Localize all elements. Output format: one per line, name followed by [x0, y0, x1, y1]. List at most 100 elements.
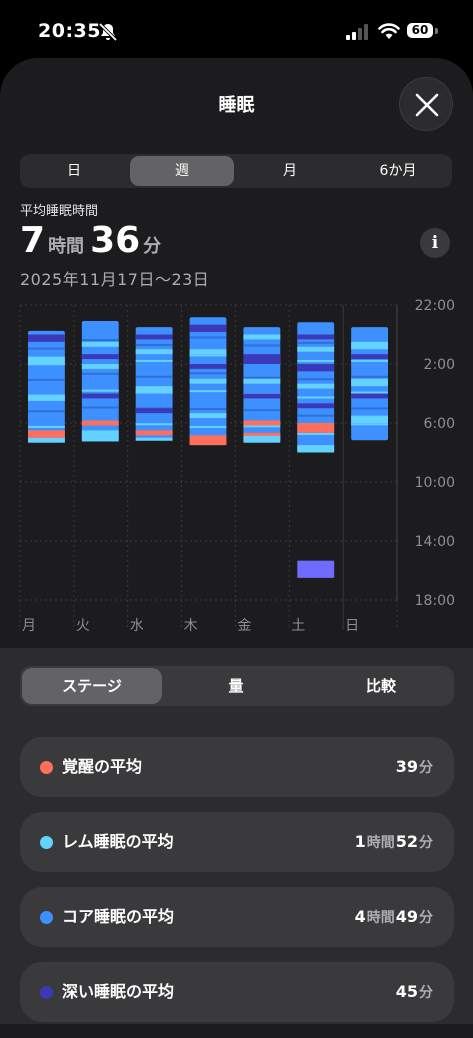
stage-stripe: [297, 414, 335, 417]
y-tick-label: 18:00: [415, 593, 455, 609]
stage-stripe: [28, 347, 65, 350]
tab-amount[interactable]: 量: [166, 666, 306, 706]
info-icon: i: [431, 233, 439, 253]
stage-value-unit: 分: [419, 910, 433, 926]
awake-segment: [297, 423, 335, 433]
deep-segment: [81, 393, 119, 399]
stage-label: レム睡眠の平均: [62, 832, 174, 851]
stage-row[interactable]: 覚醒の平均 39分: [20, 737, 454, 797]
x-tick-label: 土: [291, 618, 305, 634]
stage-value-number: 39: [395, 757, 418, 776]
rem-segment: [189, 378, 227, 384]
deep-segment: [297, 364, 335, 372]
stage-row[interactable]: レム睡眠の平均 1時間52分: [20, 812, 454, 872]
stage-value-number: 1: [354, 832, 366, 851]
rem-segment: [243, 378, 281, 384]
stage-value: 1時間52分: [355, 812, 434, 873]
deep-segment: [243, 393, 281, 399]
stage-stripe: [297, 432, 335, 435]
deep-segment: [243, 354, 281, 364]
rem-segment: [81, 364, 119, 369]
deep-segment: [189, 324, 227, 333]
stage-stripe: [28, 425, 65, 428]
sleep-bar[interactable]: [189, 317, 227, 446]
rem-segment: [351, 378, 388, 387]
stage-stripe: [28, 378, 65, 381]
cellular-signal-icon: [346, 24, 368, 40]
awake-segment: [243, 432, 281, 436]
tab-week[interactable]: 週: [130, 156, 234, 186]
deep-segment: [351, 354, 388, 360]
stage-color-dot: [40, 986, 53, 999]
period-selector: 日 週 月 6か月: [20, 154, 452, 188]
sleep-bar[interactable]: [297, 322, 335, 578]
y-tick-label: 10:00: [415, 475, 455, 491]
stage-value: 4時間49分: [355, 887, 434, 948]
stage-stripe: [135, 344, 173, 347]
tab-stages[interactable]: ステージ: [22, 668, 162, 704]
stage-value-unit: 時間: [366, 835, 395, 851]
stage-stripe: [351, 359, 388, 362]
stage-stripe: [189, 354, 227, 357]
nap-segment[interactable]: [297, 560, 335, 578]
awake-segment: [81, 420, 119, 426]
deep-segment: [135, 334, 173, 340]
stage-row[interactable]: 深い睡眠の平均 45分: [20, 962, 454, 1022]
info-button[interactable]: i: [420, 228, 450, 258]
stage-stripe: [81, 406, 119, 409]
hours-unit: 時間: [48, 236, 85, 257]
average-hours: 7: [20, 220, 46, 261]
y-tick-label: 14:00: [415, 534, 455, 550]
rem-segment: [351, 341, 388, 350]
stage-label: 深い睡眠の平均: [62, 982, 175, 1001]
stage-stripe: [189, 372, 227, 375]
deep-segment: [189, 364, 227, 369]
tab-month[interactable]: 月: [236, 154, 344, 188]
sleep-bar[interactable]: [28, 330, 65, 443]
close-icon: [415, 93, 439, 117]
deep-segment: [81, 354, 119, 360]
awake-segment: [243, 420, 281, 426]
stage-stripe: [135, 359, 173, 362]
battery-icon: [435, 28, 438, 34]
sleep-bar[interactable]: [243, 327, 281, 443]
stage-row[interactable]: コア睡眠の平均 4時間49分: [20, 887, 454, 947]
x-tick-label: 金: [237, 618, 251, 634]
awake-segment: [135, 430, 173, 436]
deep-segment: [28, 334, 65, 342]
stage-value-number: 4: [354, 907, 366, 926]
sleep-stages-chart[interactable]: 22:00 2:00 6:00 10:00 14:00 18:00 月 火 水 木 金 土 日: [0, 292, 473, 637]
tab-day[interactable]: 日: [20, 154, 128, 188]
rem-segment: [81, 341, 119, 347]
sleep-bar[interactable]: [135, 327, 173, 441]
awake-segment: [28, 430, 65, 438]
stage-stripe: [81, 372, 119, 375]
stage-label: 覚醒の平均: [62, 757, 143, 776]
rem-segment: [243, 435, 281, 443]
bell-muted-icon: [98, 22, 118, 42]
stage-stripe: [297, 359, 335, 362]
x-tick-label: 日: [345, 618, 359, 634]
rem-segment: [135, 349, 173, 355]
rem-segment: [189, 349, 227, 355]
stage-stripe: [243, 425, 281, 428]
stage-stripe: [28, 410, 65, 413]
rem-segment: [135, 386, 173, 394]
stage-value-unit: 時間: [366, 910, 395, 926]
stage-color-dot: [40, 911, 53, 924]
deep-segment: [135, 408, 173, 414]
battery-level: 60: [407, 23, 433, 38]
x-tick-label: 水: [130, 618, 144, 634]
rem-segment: [28, 395, 65, 401]
stage-stripe: [243, 409, 281, 412]
sleep-bar[interactable]: [351, 327, 388, 441]
stage-value-unit: 分: [419, 985, 433, 1001]
tab-6-months[interactable]: 6か月: [344, 154, 452, 188]
tab-compare[interactable]: 比較: [310, 666, 452, 706]
stage-color-dot: [40, 761, 53, 774]
rem-segment: [243, 334, 281, 340]
rem-segment: [297, 445, 335, 453]
close-button[interactable]: [399, 77, 453, 131]
sleep-bar[interactable]: [81, 320, 119, 442]
stage-stripe: [81, 389, 119, 392]
